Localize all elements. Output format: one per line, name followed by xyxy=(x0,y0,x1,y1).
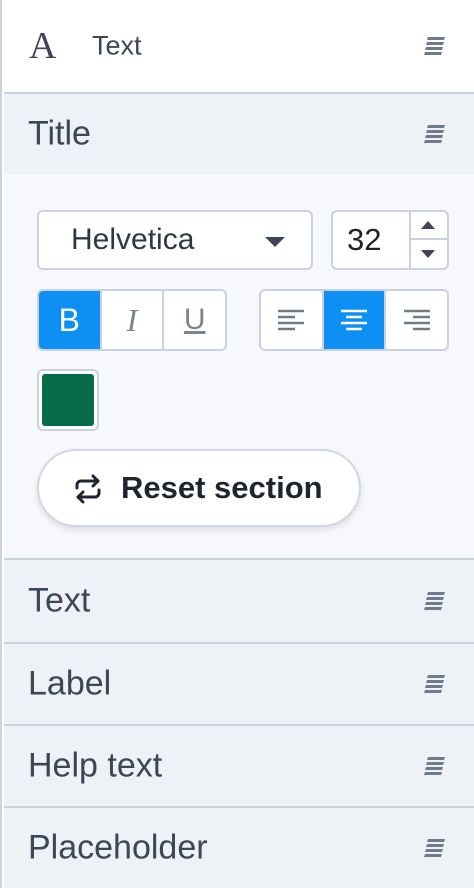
drag-handle-icon[interactable] xyxy=(424,837,446,859)
svg-text:A: A xyxy=(29,26,57,62)
drag-handle-icon[interactable] xyxy=(424,35,446,57)
section-label: Placeholder xyxy=(28,828,208,867)
font-family-value: Helvetica xyxy=(71,223,195,256)
text-color-swatch[interactable] xyxy=(37,369,99,431)
italic-button[interactable]: I xyxy=(102,291,165,349)
drag-handle-icon[interactable] xyxy=(424,673,446,695)
font-family-select[interactable]: Helvetica xyxy=(37,210,313,270)
decrement-button[interactable] xyxy=(411,240,447,268)
bold-button[interactable]: B xyxy=(39,291,102,349)
font-type-icon: A xyxy=(29,26,57,62)
align-left-button[interactable] xyxy=(261,291,324,349)
section-label-text: Label xyxy=(28,664,112,703)
text-align-group xyxy=(259,289,449,351)
section-label: Text xyxy=(28,581,91,620)
section-label[interactable]: Label xyxy=(4,644,474,726)
arrow-up-icon xyxy=(421,221,435,229)
reset-section-button[interactable]: Reset section xyxy=(37,449,361,527)
underline-button[interactable]: U xyxy=(164,291,225,349)
align-right-button[interactable] xyxy=(386,291,447,349)
color-fill xyxy=(42,374,94,426)
section-label: Title xyxy=(28,114,91,153)
align-center-button[interactable] xyxy=(323,291,387,349)
section-title[interactable]: Title xyxy=(4,94,474,176)
arrow-down-icon xyxy=(421,250,435,258)
section-text[interactable]: Text xyxy=(4,560,474,644)
section-placeholder[interactable]: Placeholder xyxy=(4,808,474,888)
align-right-icon xyxy=(403,309,430,331)
underline-icon: U xyxy=(183,303,206,336)
section-help-text[interactable]: Help text xyxy=(4,726,474,808)
style-panel: A Text Title Helvetica 32 B I U Reset se… xyxy=(0,0,474,888)
font-size-stepper[interactable]: 32 xyxy=(331,210,449,270)
panel-header: A Text xyxy=(4,0,474,94)
drag-handle-icon[interactable] xyxy=(424,123,446,145)
bold-icon: B xyxy=(58,301,80,338)
align-left-icon xyxy=(278,309,305,331)
section-label: Help text xyxy=(28,746,163,785)
text-style-group: B I U xyxy=(37,289,227,351)
reset-section-label: Reset section xyxy=(121,470,323,505)
drag-handle-icon[interactable] xyxy=(424,590,446,612)
italic-icon: I xyxy=(126,301,138,338)
stepper-arrows xyxy=(409,212,447,268)
increment-button[interactable] xyxy=(411,212,447,240)
title-section-editor: Helvetica 32 B I U Reset section xyxy=(4,174,474,560)
repeat-icon xyxy=(75,474,101,504)
align-center-icon xyxy=(341,309,367,331)
chevron-down-icon xyxy=(265,237,285,247)
panel-header-title: Text xyxy=(92,30,142,61)
drag-handle-icon[interactable] xyxy=(424,755,446,777)
font-size-value[interactable]: 32 xyxy=(347,222,381,258)
